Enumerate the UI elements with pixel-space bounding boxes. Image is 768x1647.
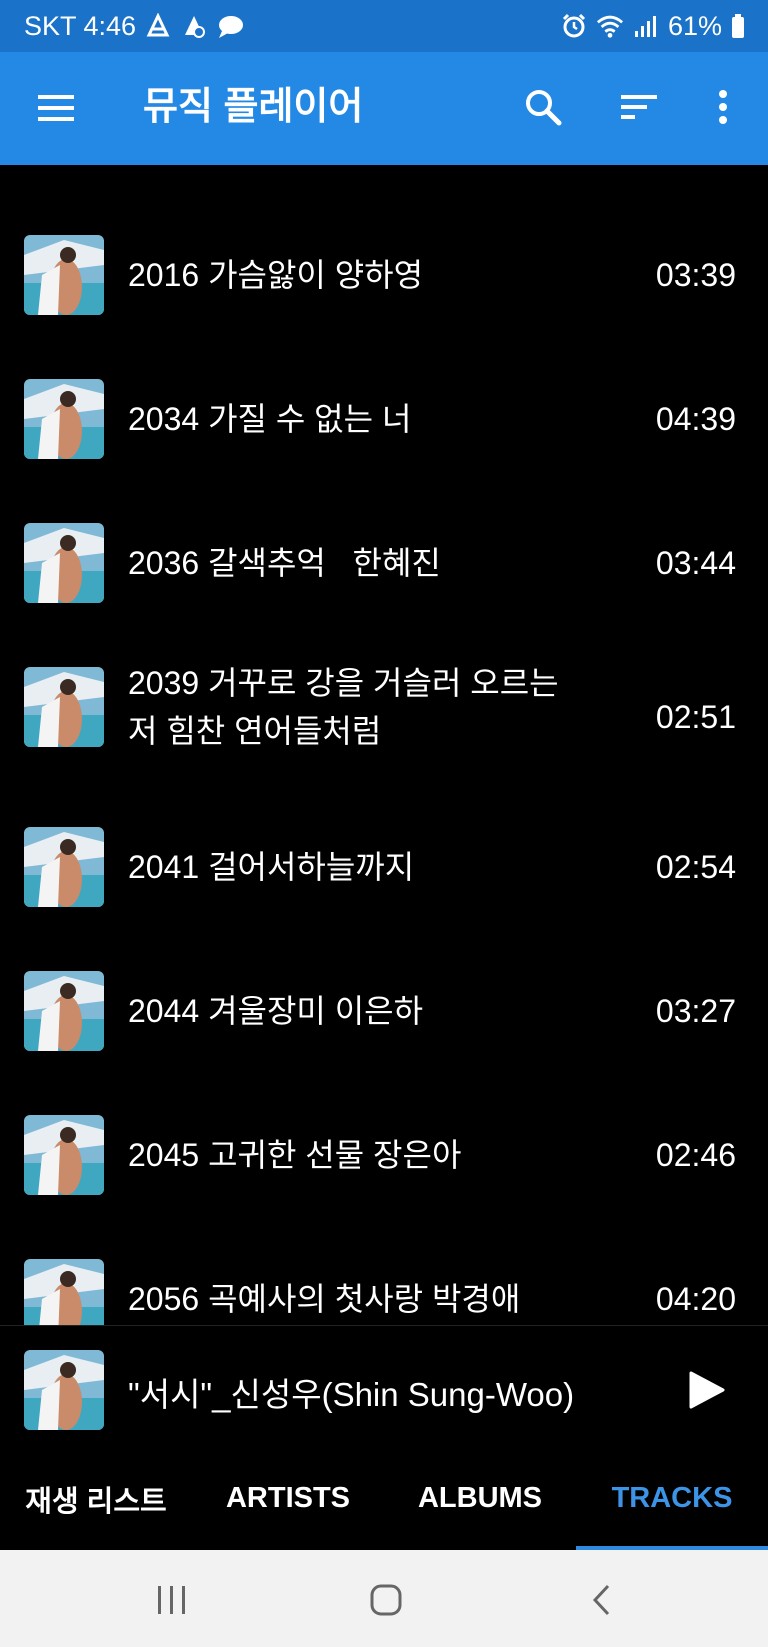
- carrier-time: SKT 4:46: [24, 10, 137, 41]
- track-duration: 02:54: [655, 849, 736, 885]
- track-duration: 02:46: [655, 1137, 736, 1173]
- wifi-icon: [596, 12, 624, 40]
- tab-albums[interactable]: ALBUMS: [384, 1447, 576, 1550]
- app-bar: 뮤직 플레이어: [0, 52, 768, 165]
- battery-percent: 61%: [667, 10, 722, 41]
- track-row[interactable]: 2034 가질 수 없는 너 04:39: [0, 379, 768, 459]
- track-thumbnail: [24, 379, 104, 459]
- track-duration: 03:44: [655, 545, 736, 581]
- search-icon: [526, 90, 562, 126]
- status-bar-right: 61%: [560, 11, 746, 42]
- track-thumbnail: [24, 235, 104, 315]
- hamburger-menu-icon: [38, 95, 74, 121]
- track-title: 2034 가질 수 없는 너: [128, 401, 412, 437]
- track-duration: 04:39: [655, 401, 736, 437]
- track-title: 2056 곡예사의 첫사랑 박경애: [128, 1281, 521, 1317]
- search-button[interactable]: [518, 82, 568, 132]
- notification-app-icon: [144, 12, 172, 40]
- track-title: 2044 겨울장미 이은하: [128, 993, 424, 1029]
- recent-apps-button[interactable]: [150, 1578, 194, 1622]
- track-duration: 04:20: [655, 1281, 736, 1317]
- track-list[interactable]: 2016 가슴앓이 양하영 03:39 2034 가질 수 없는 너 04:39…: [0, 165, 768, 1325]
- now-playing-thumbnail: [24, 1350, 104, 1430]
- back-icon: [592, 1584, 610, 1616]
- track-thumbnail: [24, 827, 104, 907]
- status-bar-left: SKT 4:46: [24, 11, 244, 42]
- track-title: 2045 고귀한 선물 장은아: [128, 1137, 462, 1173]
- track-title: 2041 걸어서하늘까지: [128, 849, 415, 885]
- now-playing-title: "서시"_신성우(Shin Sung-Woo): [128, 1376, 575, 1413]
- recent-apps-icon: [158, 1586, 185, 1614]
- more-options-button[interactable]: [698, 82, 748, 132]
- tab-tracks[interactable]: TRACKS: [576, 1447, 768, 1550]
- home-button[interactable]: [364, 1578, 408, 1622]
- track-row[interactable]: 2056 곡예사의 첫사랑 박경애 04:20: [0, 1259, 768, 1325]
- alarm-icon: [560, 12, 588, 40]
- track-thumbnail: [24, 523, 104, 603]
- tab-playlist[interactable]: 재생 리스트: [0, 1447, 192, 1550]
- home-icon: [370, 1584, 402, 1616]
- track-duration: 03:39: [655, 257, 736, 293]
- system-nav-bar: [0, 1550, 768, 1647]
- notification-app-icon: [180, 12, 208, 40]
- play-icon: [689, 1371, 725, 1409]
- track-thumbnail: [24, 1115, 104, 1195]
- menu-button[interactable]: [34, 90, 78, 126]
- track-row[interactable]: 2016 가슴앓이 양하영 03:39: [0, 235, 768, 315]
- tab-artists[interactable]: ARTISTS: [192, 1447, 384, 1550]
- signal-icon: [632, 12, 660, 40]
- track-thumbnail: [24, 667, 104, 747]
- sort-button[interactable]: [614, 82, 664, 132]
- status-bar: SKT 4:46 61%: [0, 0, 768, 52]
- track-row[interactable]: 2045 고귀한 선물 장은아 02:46: [0, 1115, 768, 1195]
- track-row[interactable]: 2044 겨울장미 이은하 03:27: [0, 971, 768, 1051]
- track-title: 2039 거꾸로 강을 거슬러 오르는 저 힘찬 연어들처럼: [128, 665, 559, 749]
- track-row[interactable]: 2036 갈색추억 한혜진 03:44: [0, 523, 768, 603]
- track-row[interactable]: 2041 걸어서하늘까지 02:54: [0, 827, 768, 907]
- track-thumbnail: [24, 971, 104, 1051]
- track-duration: 03:27: [655, 993, 736, 1029]
- more-vert-icon: [719, 90, 727, 124]
- track-row[interactable]: 2039 거꾸로 강을 거슬러 오르는 저 힘찬 연어들처럼 02:51: [0, 665, 768, 749]
- play-button[interactable]: [686, 1370, 730, 1414]
- chat-bubble-icon: [216, 12, 244, 40]
- battery-icon: [730, 12, 746, 40]
- tab-bar: 재생 리스트 ARTISTS ALBUMS TRACKS: [0, 1447, 768, 1550]
- track-title: 2016 가슴앓이 양하영: [128, 257, 424, 293]
- track-thumbnail: [24, 1259, 104, 1325]
- back-button[interactable]: [580, 1578, 624, 1622]
- app-title: 뮤직 플레이어: [143, 86, 364, 128]
- sort-icon: [621, 95, 657, 119]
- track-duration: 02:51: [655, 699, 736, 735]
- mini-player[interactable]: "서시"_신성우(Shin Sung-Woo): [0, 1325, 768, 1447]
- track-title: 2036 갈색추억 한혜진: [128, 545, 441, 581]
